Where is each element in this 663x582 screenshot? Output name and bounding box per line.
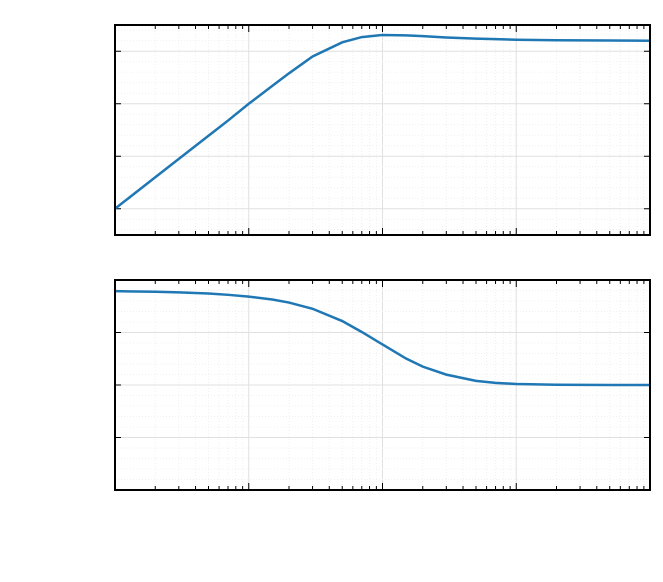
bode-figure (0, 0, 663, 582)
plot-svg (0, 0, 663, 582)
